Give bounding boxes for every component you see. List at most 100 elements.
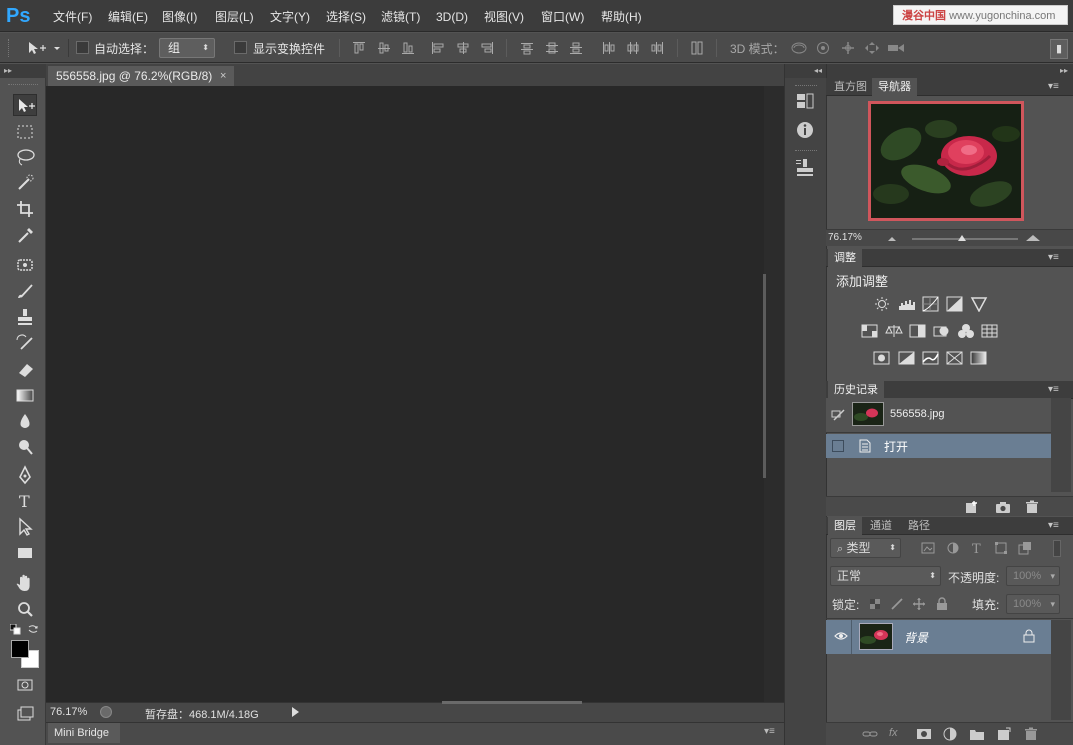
gradient-map-icon[interactable] — [970, 350, 988, 366]
exposure-icon[interactable] — [946, 296, 964, 312]
invert-icon[interactable] — [873, 350, 891, 366]
3d-slide-icon[interactable] — [864, 41, 880, 55]
layer-style-icon[interactable]: fx — [889, 727, 905, 741]
layer-filter-dropdown[interactable]: ⌕ 类型 ⬍ — [830, 538, 901, 558]
3d-roll-icon[interactable] — [815, 41, 831, 55]
vibrance-icon[interactable] — [970, 296, 988, 312]
lasso-tool-icon[interactable] — [13, 146, 37, 168]
photo-filter-icon[interactable] — [933, 323, 951, 339]
menu-file[interactable]: 文件(F) — [53, 8, 92, 26]
auto-select-checkbox[interactable] — [76, 41, 89, 54]
filter-type-icon[interactable]: T — [970, 541, 984, 555]
selective-color-icon[interactable] — [946, 350, 964, 366]
add-mask-icon[interactable] — [916, 727, 932, 741]
layers-scrollbar[interactable] — [1051, 620, 1071, 720]
menu-view[interactable]: 视图(V) — [484, 8, 524, 26]
rectangle-tool-icon[interactable] — [13, 542, 37, 564]
tab-histogram[interactable]: 直方图 — [828, 78, 873, 96]
workspace-button[interactable]: ▮ — [1050, 39, 1068, 59]
eraser-tool-icon[interactable] — [13, 358, 37, 380]
threshold-icon[interactable] — [922, 350, 940, 366]
visibility-eye-icon[interactable] — [834, 630, 848, 642]
tab-adjustments[interactable]: 调整 — [828, 249, 862, 267]
gradient-tool-icon[interactable] — [13, 384, 37, 406]
distribute-vcenter-icon[interactable] — [545, 41, 559, 55]
navigator-zoom-value[interactable]: 76.17% — [828, 232, 862, 243]
3d-pan-icon[interactable] — [840, 41, 856, 55]
clone-stamp-tool-icon[interactable] — [13, 306, 37, 328]
healing-brush-tool-icon[interactable] — [13, 254, 37, 276]
screen-mode-icon[interactable] — [13, 702, 37, 724]
quick-mask-icon[interactable] — [13, 674, 37, 696]
delete-layer-icon[interactable] — [1023, 727, 1039, 741]
panel-menu-icon[interactable]: ▾≡ — [764, 726, 775, 737]
show-transform-checkbox[interactable] — [234, 41, 247, 54]
quick-select-tool-icon[interactable] — [13, 172, 37, 194]
align-hcenter-icon[interactable] — [456, 41, 470, 55]
dodge-tool-icon[interactable] — [13, 436, 37, 458]
zoom-tool-icon[interactable] — [13, 598, 37, 620]
tab-layers[interactable]: 图层 — [828, 517, 862, 535]
hand-tool-icon[interactable] — [13, 572, 37, 594]
color-lookup-icon[interactable] — [981, 323, 999, 339]
info-panel-icon[interactable] — [793, 118, 817, 142]
tab-history[interactable]: 历史记录 — [828, 381, 884, 399]
type-tool-icon[interactable]: T — [13, 490, 37, 512]
lock-all-icon[interactable] — [935, 597, 949, 611]
status-zoom[interactable]: 76.17% — [50, 706, 87, 718]
brush-tool-icon[interactable] — [13, 280, 37, 302]
opacity-field[interactable]: 100% ▾ — [1006, 566, 1060, 586]
panel-menu-icon[interactable]: ▾≡ — [1048, 80, 1066, 94]
zoom-slider-handle[interactable] — [958, 235, 966, 241]
menu-edit[interactable]: 编辑(E) — [108, 8, 148, 26]
filter-shape-icon[interactable] — [994, 541, 1008, 555]
marquee-tool-icon[interactable] — [13, 121, 37, 143]
collapse-icon[interactable]: ▸▸ — [0, 64, 46, 78]
distribute-bottom-icon[interactable] — [569, 41, 583, 55]
navigator-preview[interactable] — [868, 101, 1024, 221]
zoom-out-icon[interactable] — [888, 237, 896, 241]
history-snapshot[interactable]: 556558.jpg — [826, 398, 1051, 432]
new-document-from-state-icon[interactable] — [964, 500, 980, 514]
blur-tool-icon[interactable] — [13, 410, 37, 432]
distribute-right-icon[interactable] — [650, 41, 664, 55]
menu-select[interactable]: 选择(S) — [326, 8, 366, 26]
menu-window[interactable]: 窗口(W) — [541, 8, 584, 26]
levels-icon[interactable] — [898, 296, 916, 312]
layer-name[interactable]: 背景 — [904, 629, 928, 646]
3d-scale-icon[interactable] — [887, 41, 905, 55]
distribute-top-icon[interactable] — [520, 41, 534, 55]
default-colors-icon[interactable] — [10, 624, 22, 635]
brightness-icon[interactable] — [873, 296, 891, 312]
filter-adjustment-icon[interactable] — [946, 541, 960, 555]
blend-mode-dropdown[interactable]: 正常 ⬍ — [830, 566, 941, 586]
filter-smart-object-icon[interactable] — [1018, 541, 1032, 555]
layer-row[interactable]: 背景 — [826, 620, 1051, 654]
lock-pixels-icon[interactable] — [890, 597, 904, 611]
lock-position-icon[interactable] — [912, 597, 926, 611]
3d-rotate-icon[interactable] — [790, 41, 808, 55]
panel-menu-icon[interactable]: ▾≡ — [1048, 383, 1066, 397]
color-balance-icon[interactable] — [885, 323, 903, 339]
new-group-icon[interactable] — [969, 727, 985, 741]
eyedropper-tool-icon[interactable] — [13, 224, 37, 246]
pen-tool-icon[interactable] — [13, 464, 37, 486]
menu-3d[interactable]: 3D(D) — [436, 8, 468, 26]
menu-type[interactable]: 文字(Y) — [270, 8, 310, 26]
collapse-icon[interactable]: ▸▸ — [827, 64, 1073, 78]
menu-layer[interactable]: 图层(L) — [215, 8, 254, 26]
panel-menu-icon[interactable]: ▾≡ — [1048, 251, 1066, 265]
vertical-scrollbar-thumb[interactable] — [763, 274, 766, 478]
tab-channels[interactable]: 通道 — [864, 517, 898, 535]
black-white-icon[interactable] — [909, 323, 927, 339]
history-state[interactable]: 打开 — [826, 434, 1051, 458]
canvas-area[interactable] — [46, 86, 764, 702]
vertical-scrollbar[interactable] — [764, 86, 784, 702]
align-bottom-icon[interactable] — [401, 41, 415, 55]
link-layers-icon[interactable] — [862, 727, 878, 741]
history-brush-slot[interactable] — [832, 440, 844, 452]
hue-saturation-icon[interactable] — [861, 323, 879, 339]
collapse-icon[interactable]: ◂◂ — [785, 64, 826, 78]
crop-tool-icon[interactable] — [13, 198, 37, 220]
zoom-in-icon[interactable] — [1026, 235, 1040, 241]
